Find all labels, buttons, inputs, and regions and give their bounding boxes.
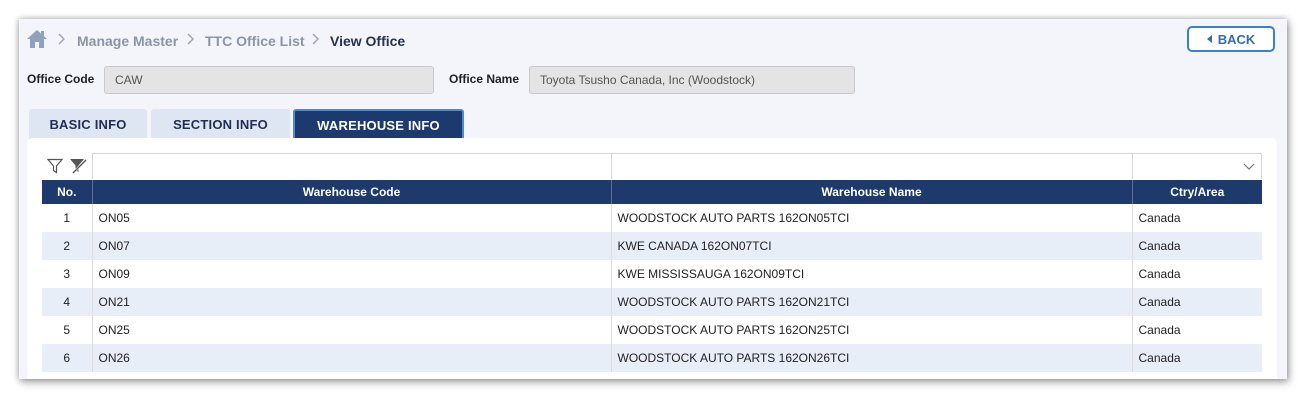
filter-icon[interactable] bbox=[47, 158, 63, 174]
cell-warehouse-name: WOODSTOCK AUTO PARTS 162ON26TCI bbox=[610, 344, 1132, 372]
warehouse-table: No. Warehouse Code Warehouse Name Ctry/A… bbox=[42, 180, 1262, 372]
breadcrumb-view-office: View Office bbox=[330, 33, 406, 49]
cell-warehouse-name: KWE CANADA 162ON07TCI bbox=[610, 232, 1132, 260]
table-row[interactable]: 4 ON21 WOODSTOCK AUTO PARTS 162ON21TCI C… bbox=[42, 288, 1262, 316]
table-header-row: No. Warehouse Code Warehouse Name Ctry/A… bbox=[42, 180, 1262, 204]
chevron-right-icon bbox=[58, 33, 65, 45]
cell-ctry-area: Canada bbox=[1131, 232, 1262, 260]
col-header-no[interactable]: No. bbox=[42, 180, 92, 204]
col-header-ctry-area[interactable]: Ctry/Area bbox=[1131, 180, 1262, 204]
filter-ctry-area[interactable] bbox=[1132, 153, 1262, 179]
filter-warehouse-code[interactable] bbox=[92, 153, 612, 179]
breadcrumb-manage-master[interactable]: Manage Master bbox=[77, 33, 178, 49]
cell-ctry-area: Canada bbox=[1131, 288, 1262, 316]
cell-warehouse-name: KWE MISSISSAUGA 162ON09TCI bbox=[610, 260, 1132, 288]
office-code-field: CAW bbox=[104, 66, 434, 94]
cell-ctry-area: Canada bbox=[1131, 316, 1262, 344]
home-icon[interactable] bbox=[26, 29, 48, 49]
tab-section-info[interactable]: SECTION INFO bbox=[151, 109, 290, 139]
cell-no: 3 bbox=[42, 260, 92, 288]
chevron-right-icon bbox=[312, 33, 319, 45]
cell-warehouse-name: WOODSTOCK AUTO PARTS 162ON05TCI bbox=[610, 204, 1132, 232]
table-row[interactable]: 5 ON25 WOODSTOCK AUTO PARTS 162ON25TCI C… bbox=[42, 316, 1262, 344]
table-row[interactable]: 3 ON09 KWE MISSISSAUGA 162ON09TCI Canada bbox=[42, 260, 1262, 288]
filter-warehouse-name[interactable] bbox=[611, 153, 1133, 179]
cell-warehouse-code: ON26 bbox=[91, 344, 611, 372]
filter-row bbox=[42, 153, 1262, 181]
office-code-label: Office Code bbox=[27, 72, 95, 86]
warehouse-panel: No. Warehouse Code Warehouse Name Ctry/A… bbox=[27, 138, 1277, 379]
cell-ctry-area: Canada bbox=[1131, 204, 1262, 232]
breadcrumb-ttc-office-list[interactable]: TTC Office List bbox=[205, 33, 305, 49]
col-header-warehouse-name[interactable]: Warehouse Name bbox=[610, 180, 1132, 204]
cell-warehouse-name: WOODSTOCK AUTO PARTS 162ON21TCI bbox=[610, 288, 1132, 316]
caret-left-icon bbox=[1206, 34, 1212, 43]
view-office-page: Manage Master TTC Office List View Offic… bbox=[19, 19, 1287, 379]
filter-tools bbox=[42, 153, 92, 179]
cell-warehouse-code: ON05 bbox=[91, 204, 611, 232]
cell-warehouse-name: WOODSTOCK AUTO PARTS 162ON25TCI bbox=[610, 316, 1132, 344]
tab-basic-info[interactable]: BASIC INFO bbox=[29, 109, 147, 139]
cell-no: 5 bbox=[42, 316, 92, 344]
chevron-right-icon bbox=[187, 33, 194, 45]
back-button[interactable]: BACK bbox=[1187, 26, 1275, 52]
cell-ctry-area: Canada bbox=[1131, 344, 1262, 372]
table-row[interactable]: 2 ON07 KWE CANADA 162ON07TCI Canada bbox=[42, 232, 1262, 260]
chevron-down-icon[interactable] bbox=[1243, 163, 1255, 171]
tab-warehouse-info[interactable]: WAREHOUSE INFO bbox=[293, 109, 464, 139]
office-name-label: Office Name bbox=[449, 72, 520, 86]
cell-warehouse-code: ON09 bbox=[91, 260, 611, 288]
clear-filter-icon[interactable] bbox=[69, 157, 87, 175]
cell-no: 2 bbox=[42, 232, 92, 260]
table-row[interactable]: 1 ON05 WOODSTOCK AUTO PARTS 162ON05TCI C… bbox=[42, 204, 1262, 232]
cell-warehouse-code: ON07 bbox=[91, 232, 611, 260]
cell-warehouse-code: ON25 bbox=[91, 316, 611, 344]
cell-ctry-area: Canada bbox=[1131, 260, 1262, 288]
col-header-warehouse-code[interactable]: Warehouse Code bbox=[91, 180, 611, 204]
office-name-field: Toyota Tsusho Canada, Inc (Woodstock) bbox=[529, 66, 855, 94]
cell-warehouse-code: ON21 bbox=[91, 288, 611, 316]
cell-no: 6 bbox=[42, 344, 92, 372]
cell-no: 1 bbox=[42, 204, 92, 232]
back-button-label: BACK bbox=[1217, 31, 1256, 47]
cell-no: 4 bbox=[42, 288, 92, 316]
table-row[interactable]: 6 ON26 WOODSTOCK AUTO PARTS 162ON26TCI C… bbox=[42, 344, 1262, 372]
